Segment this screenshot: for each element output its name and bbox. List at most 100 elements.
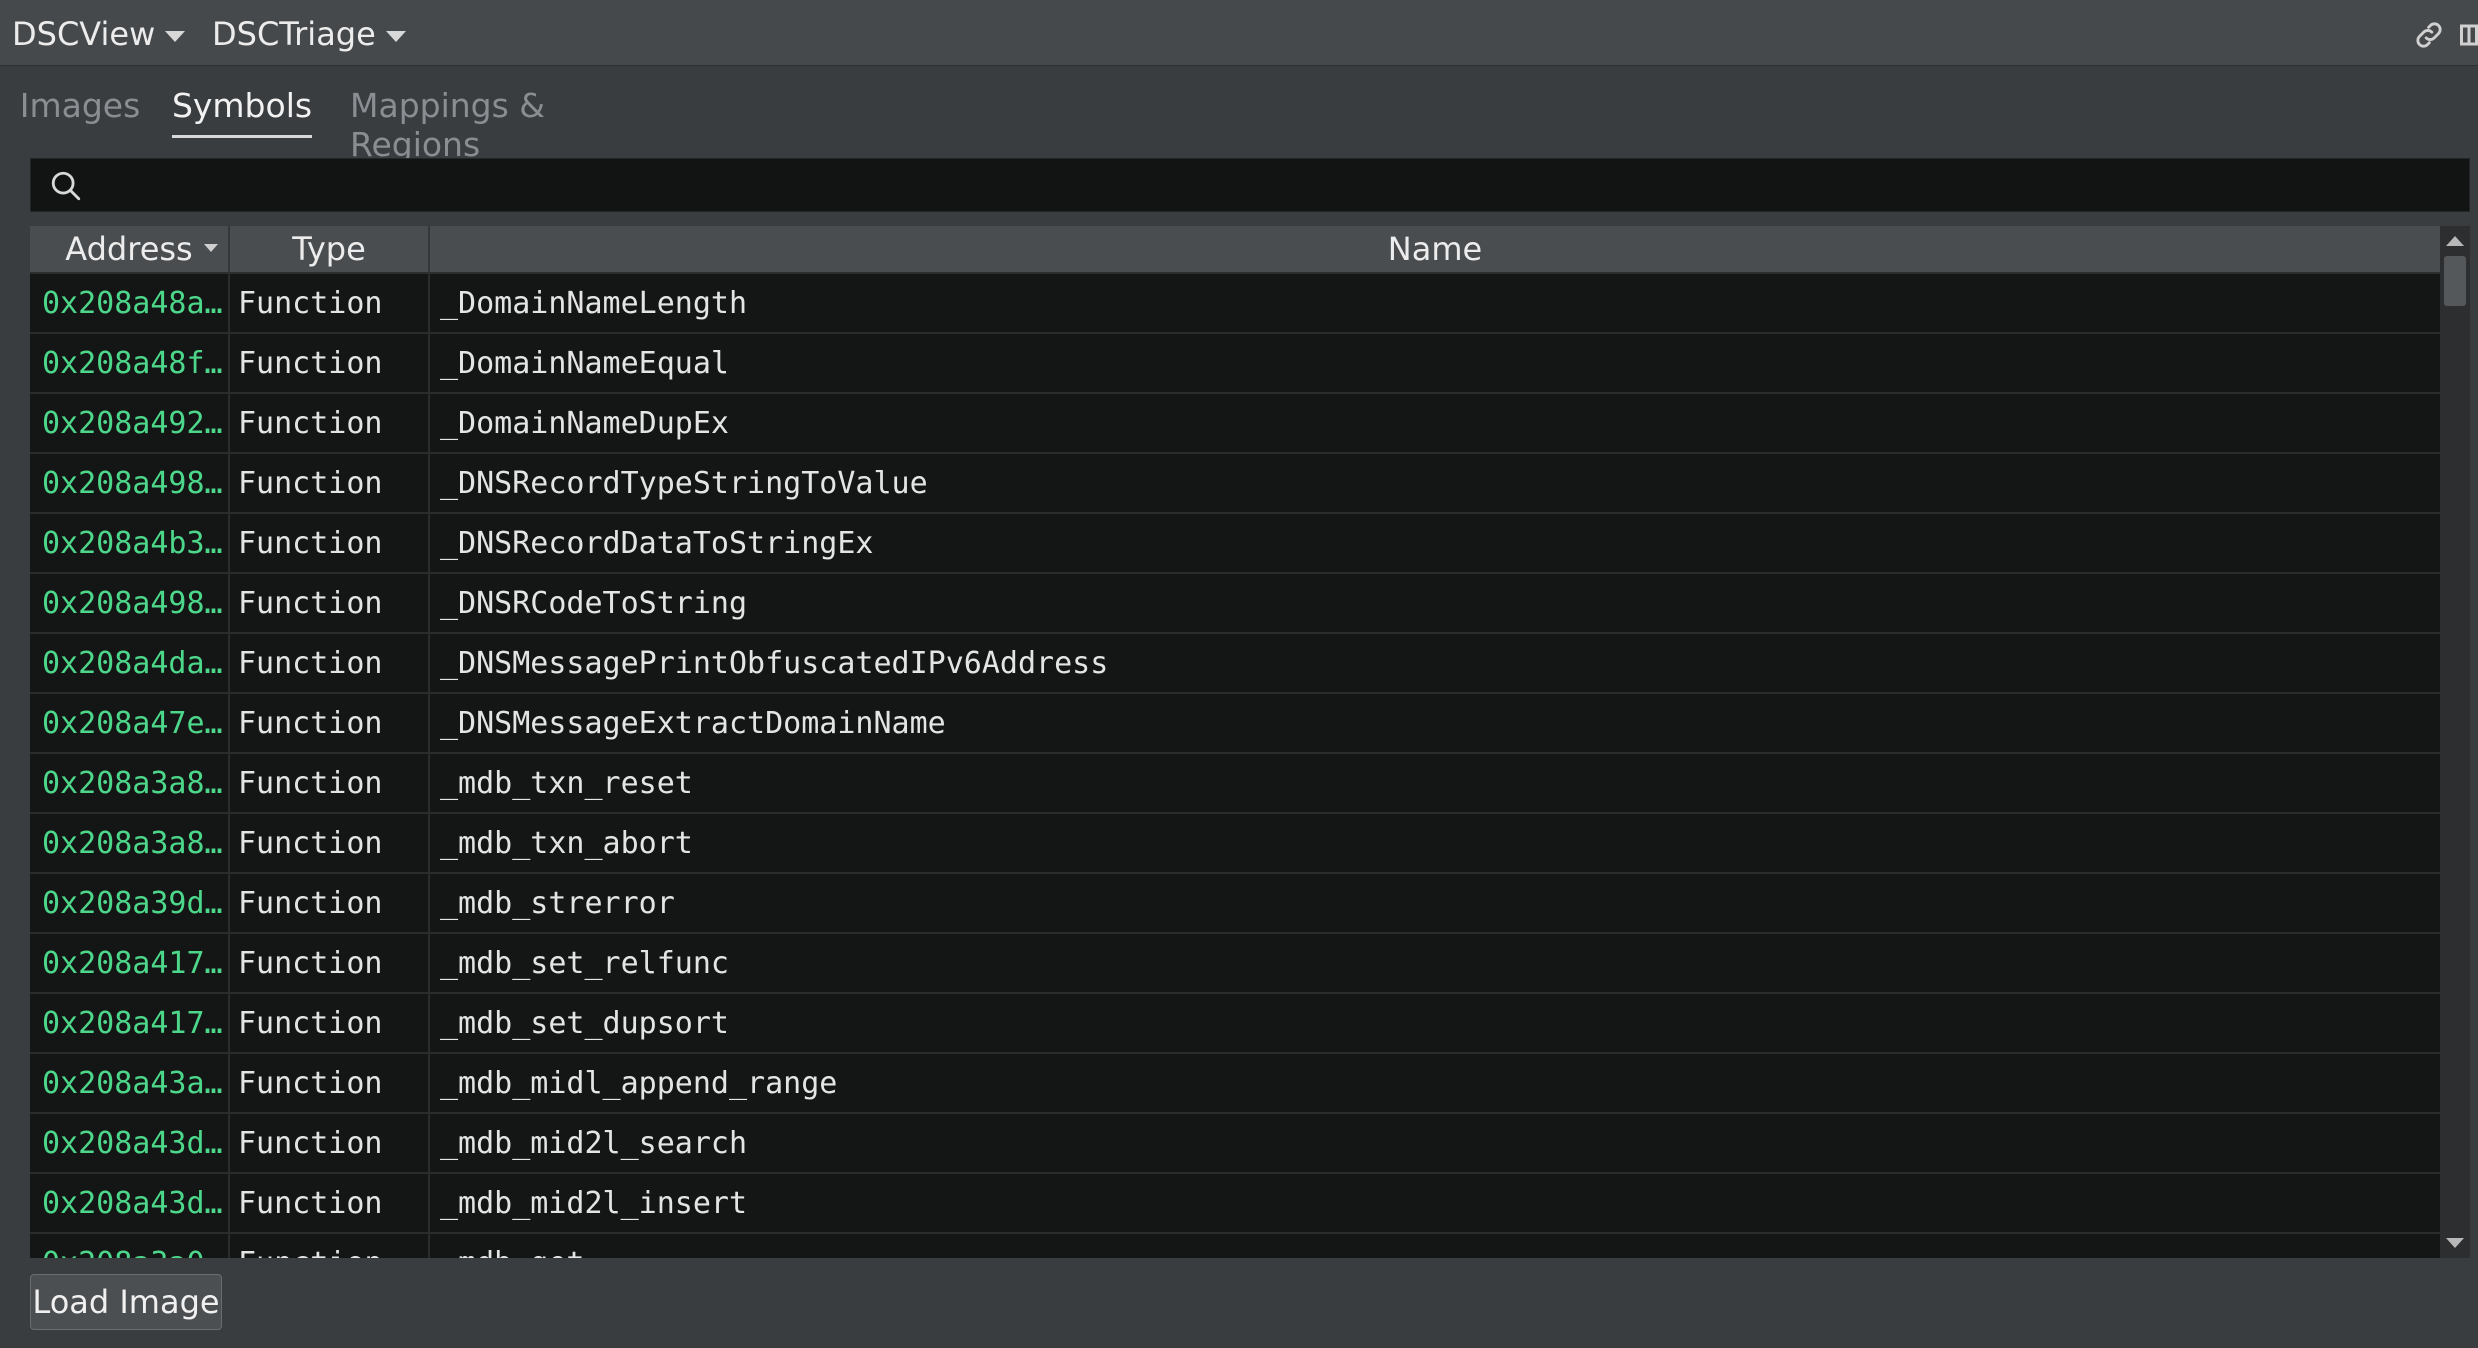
column-header-type-label: Type bbox=[292, 230, 366, 268]
address-cell: 0x208a3a8… bbox=[42, 765, 223, 801]
chevron-down-icon bbox=[385, 30, 406, 42]
name-cell: _mdb_set_dupsort bbox=[440, 1005, 729, 1041]
chevron-down-icon bbox=[165, 30, 186, 42]
type-cell: Function bbox=[238, 1125, 383, 1161]
address-cell: 0x208a43d… bbox=[42, 1185, 223, 1221]
dscview-menu[interactable]: DSCView bbox=[12, 12, 186, 56]
type-cell: Function bbox=[238, 525, 383, 561]
type-cell: Function bbox=[238, 465, 383, 501]
search-icon bbox=[51, 171, 81, 201]
type-cell: Function bbox=[238, 1234, 428, 1259]
address-cell: 0x208a417… bbox=[42, 1005, 223, 1041]
type-cell: Function bbox=[238, 645, 383, 681]
column-header-address[interactable]: Address bbox=[30, 226, 230, 272]
table-row[interactable]: 0x208a417… Function _mdb_set_dupsort bbox=[30, 994, 2440, 1054]
name-cell: _DNSRecordTypeStringToValue bbox=[440, 465, 928, 501]
type-cell: Function bbox=[238, 705, 383, 741]
table-row[interactable]: 0x208a43a… Function _mdb_midl_append_range bbox=[30, 1054, 2440, 1114]
type-cell: Function bbox=[238, 585, 383, 621]
type-cell: Function bbox=[238, 885, 383, 921]
type-cell: Function bbox=[238, 285, 383, 321]
name-cell: _DNSRCodeToString bbox=[440, 585, 748, 621]
name-cell: _mdb_get bbox=[440, 1234, 2420, 1259]
name-cell: _mdb_txn_abort bbox=[440, 825, 693, 861]
column-header-type[interactable]: Type bbox=[230, 226, 430, 272]
dock-icon[interactable] bbox=[2460, 20, 2478, 50]
table-row[interactable]: 0x208a4b3… Function _DNSRecordDataToString… bbox=[30, 514, 2440, 574]
table-row[interactable]: 0x208a4da… Function _DNSMessagePrintObfusc… bbox=[30, 634, 2440, 694]
name-cell: _mdb_txn_reset bbox=[440, 765, 693, 801]
sort-descending-icon bbox=[204, 244, 218, 252]
table-row[interactable]: 0x208a43d… Function _mdb_mid2l_insert bbox=[30, 1174, 2440, 1234]
address-cell: 0x208a3a8… bbox=[42, 825, 223, 861]
column-header-name-label: Name bbox=[1387, 230, 1483, 268]
table-row[interactable]: 0x208a3a8… Function _mdb_txn_abort bbox=[30, 814, 2440, 874]
address-cell: 0x208a39d… bbox=[42, 885, 223, 921]
type-cell: Function bbox=[238, 1065, 383, 1101]
type-cell: Function bbox=[238, 345, 383, 381]
address-cell: 0x208a498… bbox=[42, 465, 223, 501]
tab-mappings-regions[interactable]: Mappings & Regions bbox=[350, 86, 670, 164]
tab-images[interactable]: Images bbox=[20, 86, 141, 138]
address-cell: 0x208a4da… bbox=[42, 645, 223, 681]
table-row[interactable]: 0x208a492… Function _DomainNameDupEx bbox=[30, 394, 2440, 454]
table-row[interactable]: 0x208a3a0… Function _mdb_get bbox=[30, 1234, 2440, 1259]
type-cell: Function bbox=[238, 945, 383, 981]
scroll-down-arrow-icon[interactable] bbox=[2446, 1238, 2464, 1248]
search-bar bbox=[30, 158, 2470, 212]
type-cell: Function bbox=[238, 825, 383, 861]
table-body: 0x208a48a… Function _DomainNameLength 0x20… bbox=[30, 274, 2440, 1258]
address-cell: 0x208a48f… bbox=[42, 345, 223, 381]
table-row[interactable]: 0x208a48f… Function _DomainNameEqual bbox=[30, 334, 2440, 394]
name-cell: _mdb_set_relfunc bbox=[440, 945, 729, 981]
address-cell: 0x208a417… bbox=[42, 945, 223, 981]
name-cell: _DNSMessagePrintObfuscatedIPv6Address bbox=[440, 645, 1109, 681]
address-cell: 0x208a4b3… bbox=[42, 525, 223, 561]
name-cell: _DNSMessageExtractDomainName bbox=[440, 705, 946, 741]
address-cell: 0x208a498… bbox=[42, 585, 223, 621]
address-cell: 0x208a43d… bbox=[42, 1125, 223, 1161]
tab-symbols[interactable]: Symbols bbox=[172, 86, 312, 138]
name-cell: _mdb_mid2l_insert bbox=[440, 1185, 748, 1221]
type-cell: Function bbox=[238, 405, 383, 441]
name-cell: _DomainNameEqual bbox=[440, 345, 729, 381]
type-cell: Function bbox=[238, 1185, 383, 1221]
symbols-table: Address Type Name 0x208a48a… Function _Dom… bbox=[30, 226, 2440, 1258]
table-scrollbar[interactable] bbox=[2440, 226, 2470, 1258]
name-cell: _DomainNameLength bbox=[440, 285, 748, 321]
address-cell: 0x208a43a… bbox=[42, 1065, 223, 1101]
address-cell: 0x208a48a… bbox=[42, 285, 223, 321]
dscview-menu-label: DSCView bbox=[12, 15, 156, 53]
scroll-thumb[interactable] bbox=[2444, 256, 2466, 306]
table-row[interactable]: 0x208a498… Function _DNSRCodeToString bbox=[30, 574, 2440, 634]
name-cell: _mdb_mid2l_search bbox=[440, 1125, 748, 1161]
tab-mappings-regions-label: Mappings & Regions bbox=[350, 86, 546, 164]
address-cell: 0x208a492… bbox=[42, 405, 223, 441]
type-cell: Function bbox=[238, 765, 383, 801]
dsctriage-menu[interactable]: DSCTriage bbox=[212, 12, 406, 56]
name-cell: _DNSRecordDataToStringEx bbox=[440, 525, 874, 561]
scroll-up-arrow-icon[interactable] bbox=[2446, 236, 2464, 246]
search-input[interactable] bbox=[101, 163, 2455, 209]
table-row[interactable]: 0x208a3a8… Function _mdb_txn_reset bbox=[30, 754, 2440, 814]
table-row[interactable]: 0x208a47e… Function _DNSMessageExtractDoma… bbox=[30, 694, 2440, 754]
table-row[interactable]: 0x208a498… Function _DNSRecordTypeStringTo… bbox=[30, 454, 2440, 514]
column-header-address-label: Address bbox=[65, 230, 193, 268]
address-cell: 0x208a3a0… bbox=[42, 1234, 227, 1259]
address-cell: 0x208a47e… bbox=[42, 705, 223, 741]
type-cell: Function bbox=[238, 1005, 383, 1041]
link-icon[interactable] bbox=[2412, 18, 2446, 52]
table-header: Address Type Name bbox=[30, 226, 2440, 274]
table-row[interactable]: 0x208a39d… Function _mdb_strerror bbox=[30, 874, 2440, 934]
column-header-name[interactable]: Name bbox=[430, 226, 2440, 272]
load-image-button[interactable]: Load Image bbox=[30, 1274, 222, 1330]
top-bar: DSCView DSCTriage bbox=[0, 0, 2478, 66]
name-cell: _mdb_strerror bbox=[440, 885, 675, 921]
table-row[interactable]: 0x208a43d… Function _mdb_mid2l_search bbox=[30, 1114, 2440, 1174]
name-cell: _mdb_midl_append_range bbox=[440, 1065, 838, 1101]
table-row[interactable]: 0x208a48a… Function _DomainNameLength bbox=[30, 274, 2440, 334]
name-cell: _DomainNameDupEx bbox=[440, 405, 729, 441]
dsctriage-menu-label: DSCTriage bbox=[212, 15, 376, 53]
tab-symbols-label: Symbols bbox=[171, 86, 313, 125]
table-row[interactable]: 0x208a417… Function _mdb_set_relfunc bbox=[30, 934, 2440, 994]
